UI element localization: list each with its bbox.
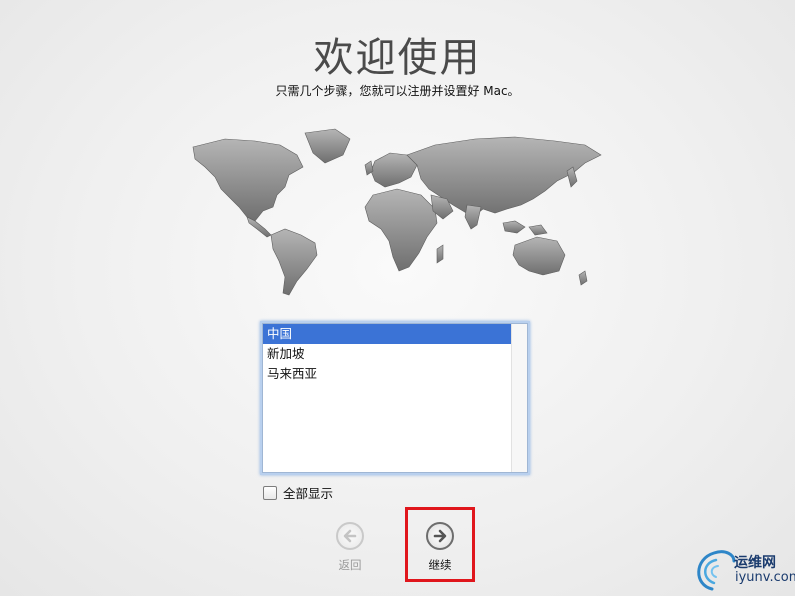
country-listbox[interactable]: 中国 新加坡 马来西亚 xyxy=(262,323,528,473)
highlight-box xyxy=(405,507,475,582)
back-button[interactable]: 返回 xyxy=(320,522,380,573)
watermark-domain: iyunv.com xyxy=(735,570,795,585)
left-arrow-circle-icon xyxy=(336,522,364,550)
back-label: 返回 xyxy=(338,558,362,572)
show-all-option[interactable]: 全部显示 xyxy=(263,483,333,502)
list-item-china[interactable]: 中国 xyxy=(263,324,512,344)
world-map-icon xyxy=(192,128,602,296)
show-all-label: 全部显示 xyxy=(283,486,334,501)
country-list: 中国 新加坡 马来西亚 xyxy=(263,324,512,472)
list-item-malaysia[interactable]: 马来西亚 xyxy=(263,364,512,384)
page-subtitle: 只需几个步骤，您就可以注册并设置好 Mac。 xyxy=(275,84,520,98)
show-all-checkbox[interactable] xyxy=(263,485,277,500)
watermark-name: 运维网 xyxy=(734,555,776,571)
page-title: 欢迎使用 xyxy=(313,35,482,81)
list-item-singapore[interactable]: 新加坡 xyxy=(263,344,512,364)
list-scrollbar[interactable] xyxy=(511,324,527,472)
